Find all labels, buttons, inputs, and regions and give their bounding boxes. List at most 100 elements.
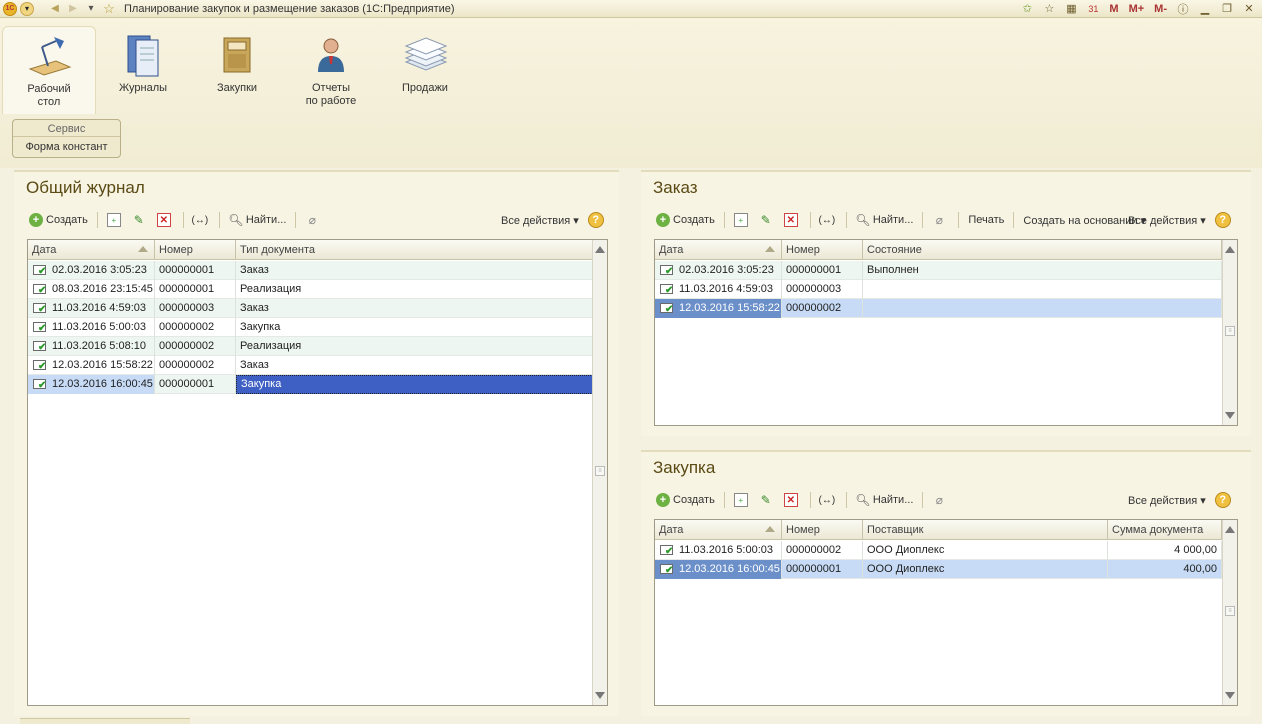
column-number[interactable]: Номер [155,240,236,260]
column-number[interactable]: Номер [782,520,863,540]
table-row[interactable]: ✔ 08.03.2016 23:15:45 000000001 Реализация [28,280,593,299]
table-row[interactable]: ✔ 11.03.2016 5:08:10 000000002 Реализация [28,337,593,356]
scroll-up-icon[interactable] [595,246,605,253]
calendar-icon[interactable]: 31 [1084,1,1102,16]
common-journal-table[interactable]: Дата Номер Тип документа ✔ 02.03.2016 3:0… [27,239,608,706]
window-tab-strip[interactable] [20,718,190,724]
section-desktop[interactable]: Рабочий стол [2,26,96,114]
scroll-up-icon[interactable] [1225,246,1235,253]
help-icon[interactable]: ? [1214,212,1231,228]
app-logo-icon[interactable]: 1С [3,1,17,16]
table-row[interactable]: ✔ 11.03.2016 4:59:03 000000003 Заказ [28,299,593,318]
table-row[interactable]: ✔ 11.03.2016 4:59:03 000000003 [655,280,1222,299]
help-icon[interactable]: ? [587,212,604,228]
print-button[interactable]: Печать [965,210,1007,230]
column-date[interactable]: Дата [655,240,782,260]
column-doc-type[interactable]: Тип документа [236,240,593,260]
delete-button[interactable]: ✕ [781,490,804,510]
table-row[interactable]: ✔ 12.03.2016 15:58:22 000000002 [655,299,1222,318]
delete-button[interactable]: ✕ [781,210,804,230]
section-journals[interactable]: Журналы [96,26,190,112]
section-purchases[interactable]: Закупки [190,26,284,112]
table-cell: ✔ 12.03.2016 16:00:45 [655,560,782,579]
scroll-up-icon[interactable] [1225,526,1235,533]
help-icon[interactable]: ? [1214,492,1231,508]
copy-button[interactable]: + [731,210,754,230]
find-button[interactable]: 🔍︎ Найти... [226,210,290,230]
memory-m-button[interactable]: M [1106,3,1121,15]
toolbar-separator [182,212,184,228]
back-arrow-icon[interactable]: ◀ [46,1,64,17]
create-button[interactable]: + Создать [653,210,718,230]
cell-text: Заказ [240,359,269,371]
column-amount[interactable]: Сумма документа [1108,520,1222,540]
history-dropdown-icon[interactable]: ▾ [82,1,100,17]
table-row[interactable]: ✔ 02.03.2016 3:05:23 000000001 Выполнен [655,261,1222,280]
main-menu-icon[interactable]: ▾ [20,1,34,16]
table-row[interactable]: ✔ 12.03.2016 16:00:45 000000001 Закупка [28,375,593,394]
post-button[interactable]: (↔) [817,210,840,230]
all-actions-button[interactable]: Все действия ▾ [1125,210,1209,230]
section-reports[interactable]: Отчеты по работе [284,26,378,112]
column-supplier[interactable]: Поставщик [863,520,1108,540]
memory-plus-button[interactable]: M+ [1126,3,1148,15]
create-button[interactable]: + Создать [653,490,718,510]
copy-button[interactable]: + [104,210,127,230]
table-row[interactable]: ✔ 11.03.2016 5:00:03 000000002 ООО Диоплекс… [655,541,1222,560]
posted-document-icon: ✔ [659,544,675,557]
table-row[interactable]: ✔ 11.03.2016 5:00:03 000000002 Закупка [28,318,593,337]
memory-minus-button[interactable]: M- [1151,3,1170,15]
column-status[interactable]: Состояние [863,240,1222,260]
copy-button[interactable]: + [731,490,754,510]
table-row[interactable]: ✔ 02.03.2016 3:05:23 000000001 Заказ [28,261,593,280]
edit-button[interactable]: ✎ [756,490,779,510]
info-icon[interactable]: ⓘ [1174,1,1192,16]
restore-icon[interactable]: ❐ [1218,1,1236,16]
order-table[interactable]: Дата Номер Состояние ✔ 02.03.2016 3:05:23… [654,239,1238,426]
find-button[interactable]: 🔍︎ Найти... [853,210,917,230]
cancel-search-button[interactable]: ⌀ [929,210,952,230]
column-number[interactable]: Номер [782,240,863,260]
bookmark-icon[interactable]: ☆ [1040,1,1058,16]
scroll-thumb[interactable]: ≡ [1225,326,1235,336]
scroll-down-icon[interactable] [1225,412,1235,419]
find-button[interactable]: 🔍︎ Найти... [853,490,917,510]
minimize-icon[interactable]: ▁ [1196,1,1214,16]
calculator-icon[interactable]: ▦ [1062,1,1080,16]
table-cell: Заказ [236,356,593,375]
post-button[interactable]: (↔) [817,490,840,510]
close-icon[interactable]: ✕ [1240,1,1258,16]
cancel-search-button[interactable]: ⌀ [302,210,325,230]
cell-text: 12.03.2016 15:58:22 [52,359,153,371]
vertical-scrollbar[interactable]: ≡ [1222,520,1237,705]
post-button[interactable]: (↔) [190,210,213,230]
purchase-table[interactable]: Дата Номер Поставщик Сумма документа ✔ 11… [654,519,1238,706]
favorites-star-icon[interactable]: ☆ [100,1,118,17]
table-row[interactable]: ✔ 12.03.2016 16:00:45 000000001 ООО Диоплек… [655,560,1222,579]
cancel-search-icon: ⌀ [935,213,943,227]
column-date[interactable]: Дата [655,520,782,540]
section-sales[interactable]: Продажи [378,26,472,112]
cancel-search-button[interactable]: ⌀ [929,490,952,510]
vertical-scrollbar[interactable]: ≡ [592,240,607,705]
posted-document-icon: ✔ [659,563,675,576]
table-row[interactable]: ✔ 12.03.2016 15:58:22 000000002 Заказ [28,356,593,375]
forward-arrow-icon[interactable]: ▶ [64,1,82,17]
edit-button[interactable]: ✎ [129,210,152,230]
all-actions-button[interactable]: Все действия ▾ [498,210,582,230]
add-favorite-icon[interactable]: ✩ [1018,1,1036,16]
scroll-down-icon[interactable] [1225,692,1235,699]
delete-button[interactable]: ✕ [154,210,177,230]
column-date[interactable]: Дата [28,240,155,260]
scroll-thumb[interactable]: ≡ [595,466,605,476]
scroll-down-icon[interactable] [595,692,605,699]
all-actions-button[interactable]: Все действия ▾ [1125,490,1209,510]
constants-form-link[interactable]: Форма констант [13,141,120,153]
delete-icon: ✕ [156,213,171,227]
posted-document-icon: ✔ [659,302,675,315]
vertical-scrollbar[interactable]: ≡ [1222,240,1237,425]
edit-button[interactable]: ✎ [756,210,779,230]
cell-text: 02.03.2016 3:05:23 [679,264,774,276]
create-button[interactable]: + Создать [26,210,91,230]
scroll-thumb[interactable]: ≡ [1225,606,1235,616]
